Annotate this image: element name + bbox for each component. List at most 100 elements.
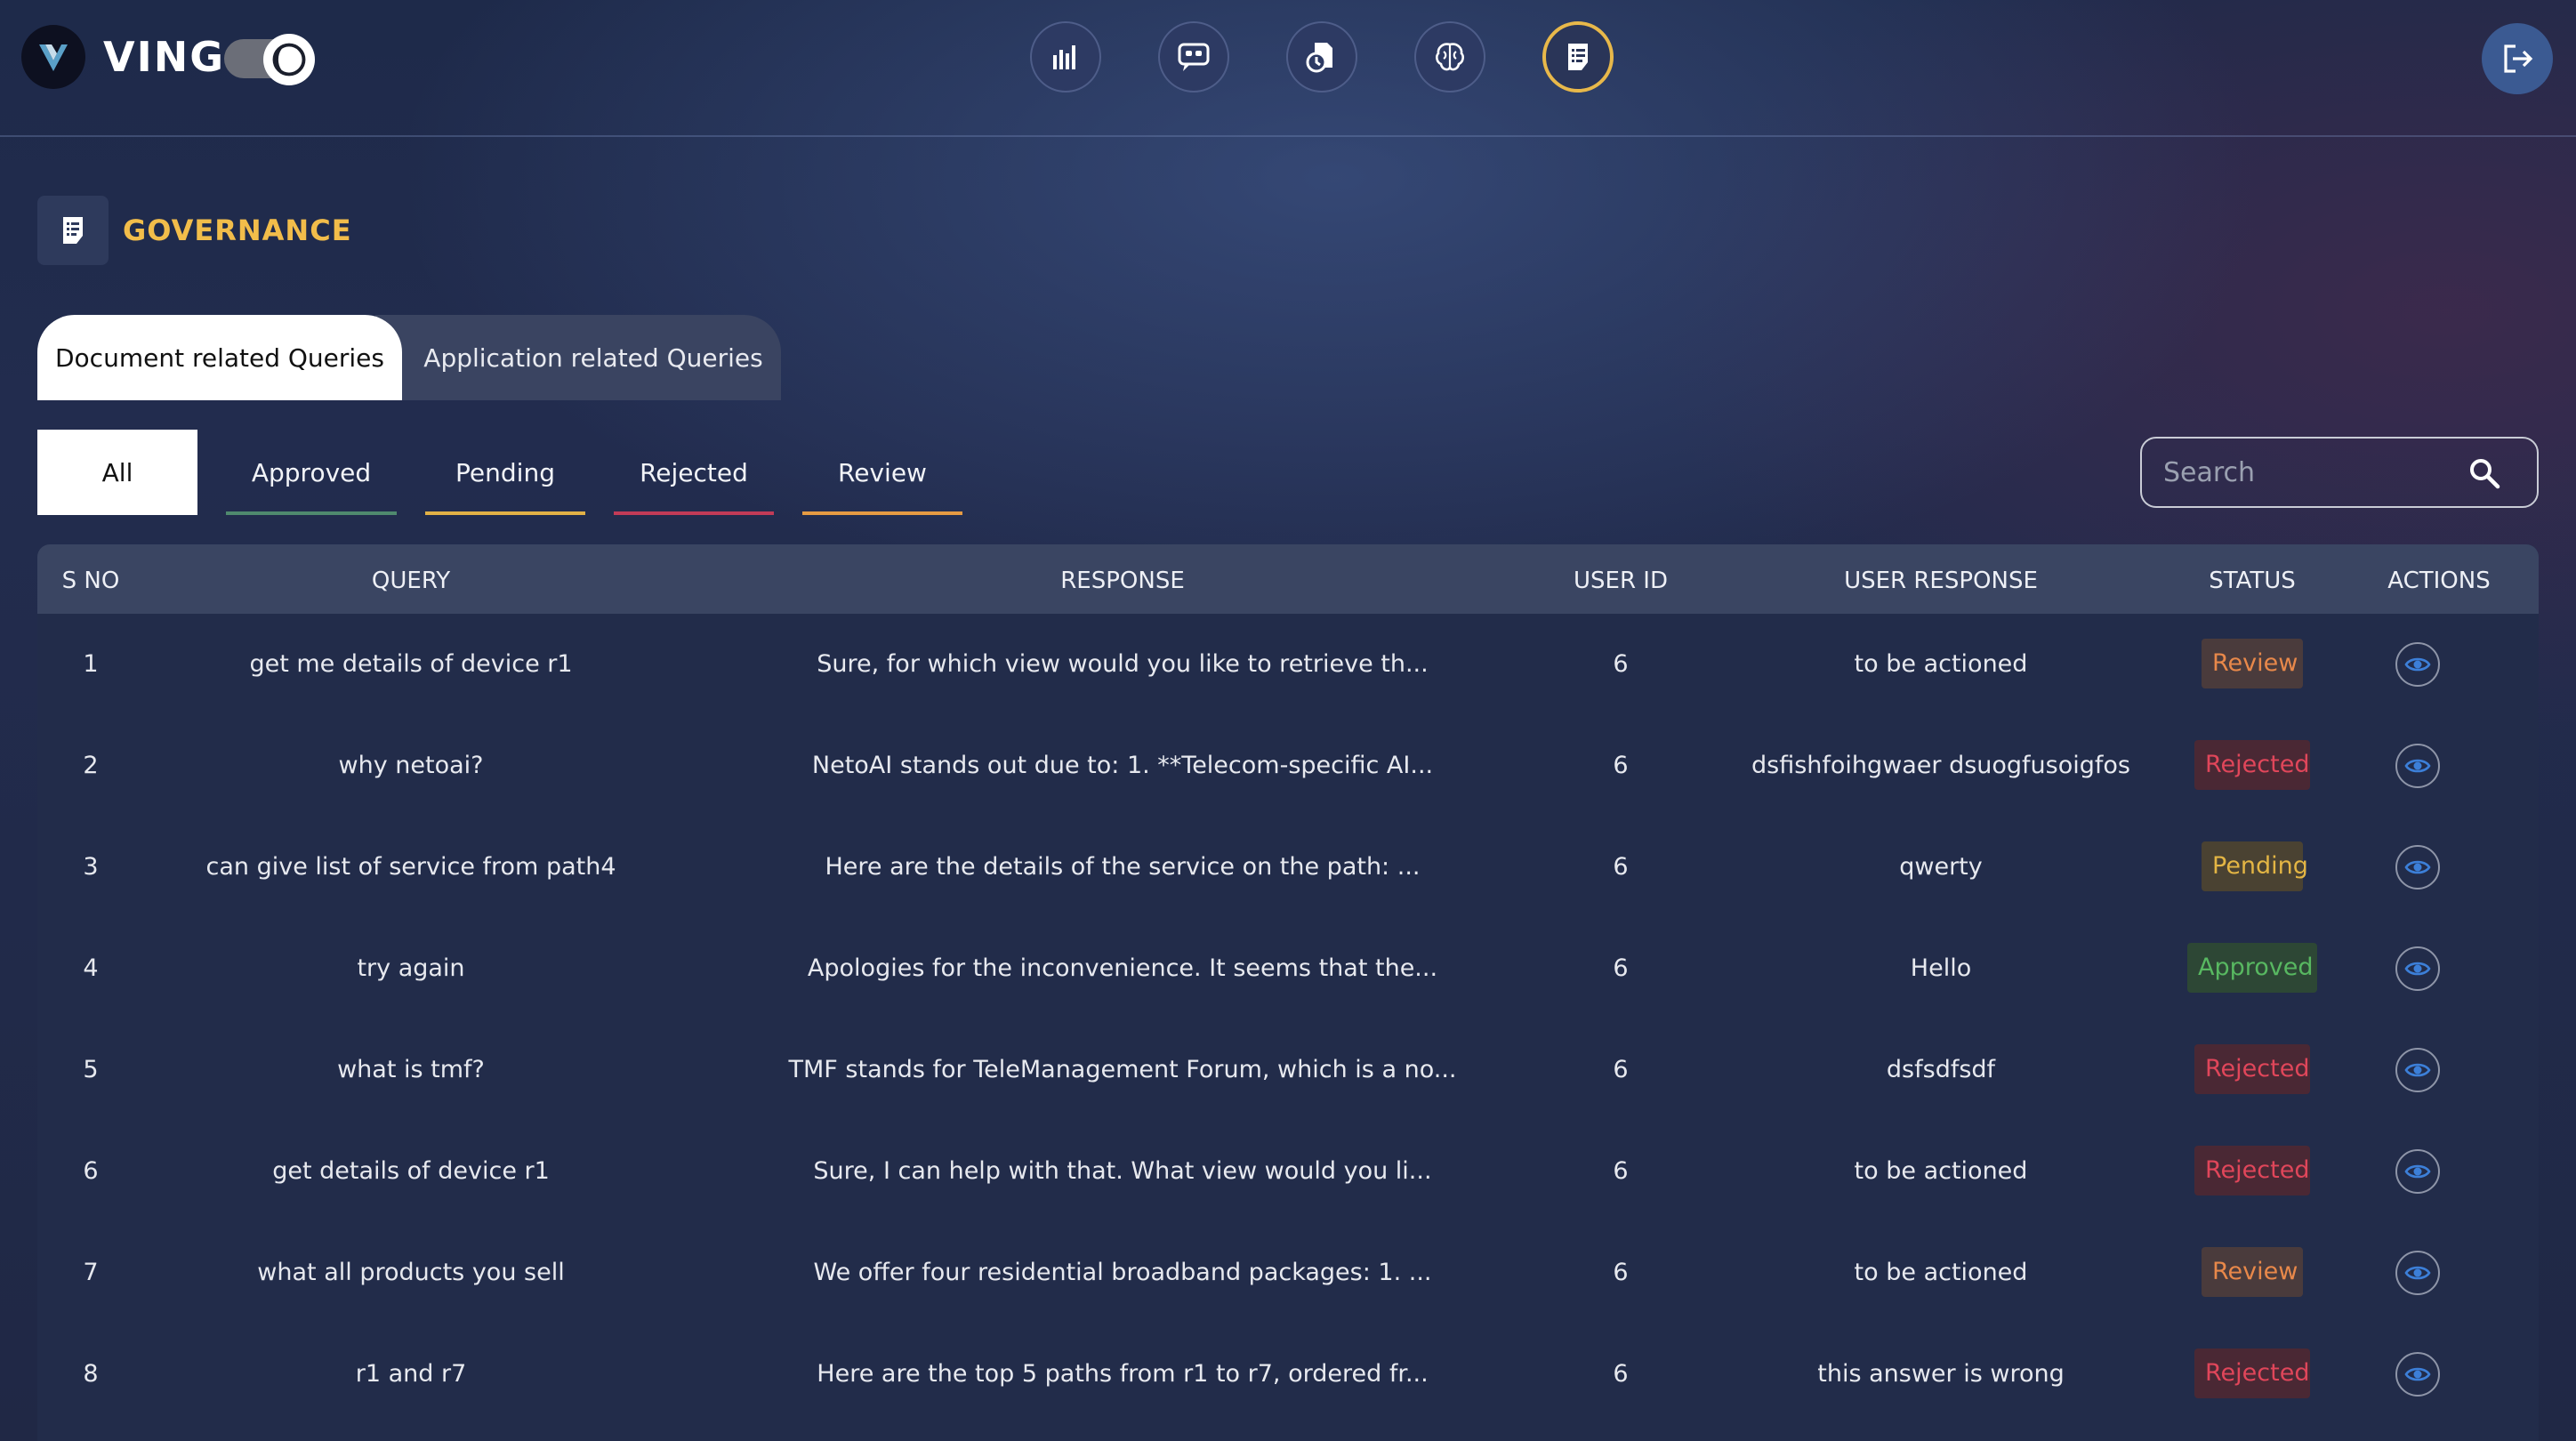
tab-application-queries[interactable]: Application related Queries [375, 315, 781, 400]
cell-query: r1 and r7 [355, 1360, 467, 1388]
app-name: VING [103, 33, 225, 81]
view-button[interactable] [2395, 1149, 2440, 1194]
status-badge: Review [2202, 639, 2303, 688]
cell-query: can give list of service from path4 [205, 853, 616, 881]
top-bar: VING [0, 0, 2576, 137]
header-user-response: USER RESPONSE [1844, 568, 2038, 594]
view-button[interactable] [2395, 744, 2440, 788]
cell-response: Here are the top 5 paths from r1 to r7, … [817, 1360, 1429, 1388]
cell-query: what is tmf? [337, 1056, 485, 1083]
table-row: 6 get details of device r1 Sure, I can hel… [37, 1121, 2539, 1222]
cell-sno: 2 [83, 752, 99, 779]
table-row: 1 get me details of device r1 Sure, for wh… [37, 614, 2539, 715]
header-query: QUERY [371, 568, 451, 594]
status-badge: Review [2202, 1247, 2303, 1297]
eye-icon [2404, 1266, 2431, 1280]
filter-review[interactable]: Review [802, 430, 962, 515]
header-sno: S NO [61, 568, 120, 594]
table-row: 5 what is tmf? TMF stands for TeleManageme… [37, 1019, 2539, 1121]
header-response: RESPONSE [1060, 568, 1185, 594]
filter-pending[interactable]: Pending [425, 430, 585, 515]
view-button[interactable] [2395, 1251, 2440, 1295]
header-status: STATUS [2209, 568, 2296, 594]
eye-icon [2404, 1367, 2431, 1381]
cell-user-response: qwerty [1899, 853, 1983, 881]
search-input[interactable] [2163, 439, 2466, 506]
logo-icon [39, 44, 68, 71]
cell-user-response: to be actioned [1854, 1259, 2028, 1286]
cell-query: why netoai? [338, 752, 484, 779]
cell-user-response: dsfsdfsdf [1886, 1056, 1996, 1083]
filter-approved-underline [226, 511, 397, 515]
cell-user-id: 6 [1613, 1157, 1629, 1185]
table-row: 7 what all products you sell We offer four… [37, 1222, 2539, 1324]
cell-response: We offer four residential broadband pack… [813, 1259, 1432, 1286]
view-button[interactable] [2395, 946, 2440, 991]
nav-documents-button[interactable] [1286, 21, 1357, 93]
table-row: 3 can give list of service from path4 Here… [37, 817, 2539, 918]
filter-review-label: Review [838, 457, 927, 487]
tab-document-queries[interactable]: Document related Queries [37, 315, 402, 400]
filter-approved[interactable]: Approved [226, 430, 397, 515]
status-badge: Rejected [2194, 1044, 2310, 1094]
cell-user-id: 6 [1613, 853, 1629, 881]
logout-icon [2504, 44, 2533, 73]
status-badge: Rejected [2194, 740, 2310, 790]
cell-response: NetoAI stands out due to: 1. **Telecom-s… [811, 752, 1434, 779]
table-row: 4 try again Apologies for the inconvenienc… [37, 918, 2539, 1019]
cell-user-id: 6 [1613, 650, 1629, 678]
cell-sno: 4 [83, 954, 99, 982]
table-row: 2 why netoai? NetoAI stands out due to: 1.… [37, 715, 2539, 817]
app-logo [21, 25, 85, 89]
cell-response: Sure, for which view would you like to r… [817, 650, 1429, 678]
table-header: S NO QUERY RESPONSE USER ID USER RESPONS… [37, 544, 2539, 614]
view-button[interactable] [2395, 642, 2440, 687]
cell-response: TMF stands for TeleManagement Forum, whi… [788, 1056, 1457, 1083]
search-icon[interactable] [2467, 456, 2501, 490]
cell-query: get details of device r1 [272, 1157, 550, 1185]
chat-icon [1178, 43, 1210, 71]
governance-icon [1568, 44, 1588, 70]
cell-user-response: to be actioned [1854, 1157, 2028, 1185]
cell-sno: 8 [83, 1360, 99, 1388]
cell-sno: 3 [83, 853, 99, 881]
cell-sno: 1 [83, 650, 99, 678]
view-button[interactable] [2395, 1048, 2440, 1092]
nav-brain-button[interactable] [1414, 21, 1485, 93]
filter-pending-underline [425, 511, 585, 515]
filter-all[interactable]: All [37, 430, 197, 515]
header-user-id: USER ID [1574, 568, 1668, 594]
cell-user-id: 6 [1613, 1056, 1629, 1083]
nav-analytics-button[interactable] [1030, 21, 1101, 93]
cell-user-response: to be actioned [1854, 650, 2028, 678]
cell-user-response: dsfishfoihgwaer dsuogfusoigfos [1751, 752, 2130, 779]
cell-sno: 6 [83, 1157, 99, 1185]
page-icon [37, 196, 109, 265]
cell-user-id: 6 [1613, 954, 1629, 982]
view-button[interactable] [2395, 1352, 2440, 1397]
theme-toggle[interactable] [224, 34, 315, 85]
cell-user-id: 6 [1613, 752, 1629, 779]
cell-query: try again [357, 954, 465, 982]
filter-rejected[interactable]: Rejected [614, 430, 774, 515]
eye-icon [2404, 759, 2431, 773]
cell-sno: 5 [83, 1056, 99, 1083]
cell-response: Apologies for the inconvenience. It seem… [807, 954, 1438, 982]
document-icon [63, 217, 83, 244]
documents-icon [1306, 43, 1332, 73]
cell-query: what all products you sell [257, 1259, 565, 1286]
eye-icon [2404, 1164, 2431, 1179]
nav-governance-button[interactable] [1542, 21, 1614, 93]
filter-rejected-label: Rejected [640, 457, 748, 487]
main-nav [1030, 21, 1614, 93]
eye-icon [2404, 962, 2431, 976]
view-button[interactable] [2395, 845, 2440, 890]
logout-button[interactable] [2482, 23, 2553, 94]
nav-chat-button[interactable] [1158, 21, 1229, 93]
status-badge: Approved [2187, 943, 2317, 993]
status-badge: Rejected [2194, 1146, 2310, 1195]
eye-icon [2404, 657, 2431, 672]
brain-icon [1436, 43, 1464, 71]
table-row: 8 r1 and r7 Here are the top 5 paths from … [37, 1324, 2539, 1425]
header-actions: ACTIONS [2387, 568, 2491, 594]
